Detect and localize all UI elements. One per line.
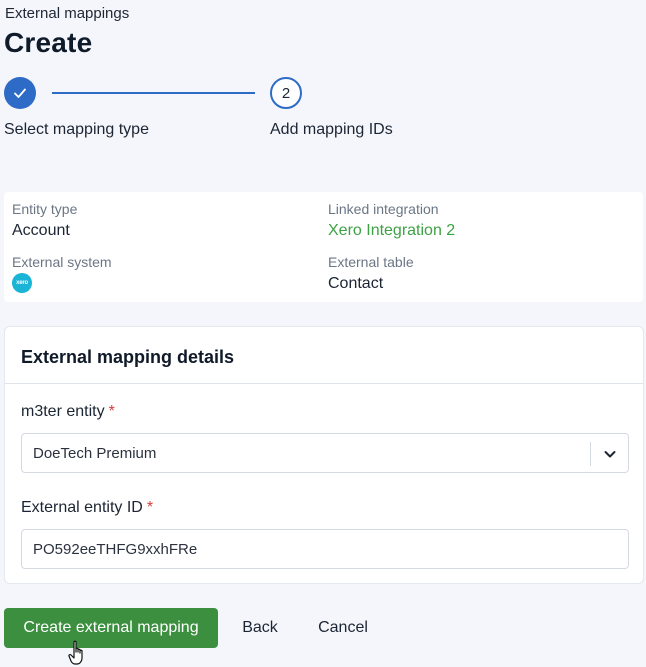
cancel-button[interactable]: Cancel bbox=[306, 608, 380, 648]
entity-type-value: Account bbox=[12, 222, 70, 239]
m3ter-entity-label-text: m3ter entity bbox=[21, 403, 105, 420]
chevron-down-icon[interactable] bbox=[602, 446, 618, 462]
external-table-label: External table bbox=[328, 254, 414, 270]
step-2-active-indicator: 2 bbox=[270, 77, 302, 109]
breadcrumb[interactable]: External mappings bbox=[5, 5, 129, 22]
back-button[interactable]: Back bbox=[232, 608, 288, 648]
details-card-title: External mapping details bbox=[21, 347, 235, 367]
external-table-value: Contact bbox=[328, 275, 384, 292]
page: External mappings Create 2 Select mappin… bbox=[0, 0, 646, 667]
external-system-label: External system bbox=[12, 254, 112, 270]
step-1-label[interactable]: Select mapping type bbox=[4, 121, 149, 139]
entity-type-label: Entity type bbox=[12, 201, 78, 217]
details-divider bbox=[5, 383, 643, 384]
m3ter-entity-field-label: m3ter entity * bbox=[21, 403, 115, 421]
external-mapping-details-card: External mapping details m3ter entity * D… bbox=[4, 326, 644, 584]
external-entity-id-field-label: External entity ID * bbox=[21, 499, 153, 517]
xero-logo-text: xero bbox=[16, 280, 28, 286]
page-title: Create bbox=[4, 27, 93, 58]
required-marker: * bbox=[108, 403, 115, 420]
check-icon bbox=[14, 88, 26, 98]
m3ter-entity-select[interactable]: DoeTech Premium bbox=[21, 433, 629, 473]
stepper-connector bbox=[52, 92, 255, 94]
xero-logo-icon: xero bbox=[12, 273, 32, 293]
linked-integration-label: Linked integration bbox=[328, 201, 439, 217]
create-external-mapping-button[interactable]: Create external mapping bbox=[4, 608, 218, 648]
external-entity-id-input[interactable] bbox=[21, 529, 629, 569]
linked-integration-link[interactable]: Xero Integration 2 bbox=[328, 222, 455, 240]
required-marker: * bbox=[146, 499, 154, 516]
external-entity-id-label-text: External entity ID bbox=[21, 499, 143, 516]
m3ter-entity-selected-value: DoeTech Premium bbox=[33, 445, 157, 462]
step-1-complete-indicator[interactable] bbox=[4, 77, 36, 109]
step-2-label: Add mapping IDs bbox=[270, 121, 393, 138]
mapping-summary-card: Entity type Account Linked integration X… bbox=[4, 192, 643, 302]
hand-pointer-cursor-icon bbox=[68, 640, 83, 665]
select-separator bbox=[590, 442, 591, 466]
